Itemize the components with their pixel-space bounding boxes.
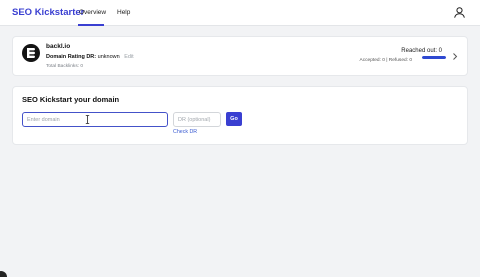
text-cursor-icon	[85, 115, 90, 124]
domain-summary-card[interactable]: backl.io Domain Rating DR: unknown Edit …	[12, 36, 468, 76]
tab-overview[interactable]: Overview	[79, 9, 106, 16]
domain-input[interactable]	[22, 112, 168, 127]
chevron-right-icon	[453, 53, 458, 60]
check-dr-link[interactable]: Check DR	[173, 129, 197, 135]
backlio-logo	[22, 44, 40, 62]
outreach-progress-fill	[422, 56, 446, 59]
kickstart-title: SEO Kickstart your domain	[22, 95, 120, 104]
tab-help[interactable]: Help	[117, 9, 130, 16]
active-tab-indicator	[78, 24, 104, 26]
domain-rating-label: Domain Rating DR:	[46, 54, 97, 60]
user-menu-button[interactable]	[451, 4, 468, 21]
open-domain-button[interactable]	[451, 52, 459, 61]
help-widget-button[interactable]	[0, 271, 7, 277]
domain-rating-line: Domain Rating DR: unknown Edit	[46, 54, 134, 60]
top-nav: SEO Kickstarter Overview Help	[0, 0, 480, 26]
edit-dr-link[interactable]: Edit	[124, 54, 133, 60]
user-icon	[454, 7, 465, 18]
go-button[interactable]: Go	[226, 112, 242, 126]
outreach-progress-bar	[422, 56, 446, 59]
domain-rating-value: unknown	[97, 54, 120, 60]
dr-input[interactable]	[173, 112, 221, 127]
brand-title[interactable]: SEO Kickstarter	[12, 7, 84, 18]
domain-name: backl.io	[46, 43, 71, 50]
reached-out-count: Reached out: 0	[401, 48, 442, 54]
accepted-refused-count: Accepted: 0 | Refused: 0	[359, 58, 412, 63]
kickstart-card: SEO Kickstart your domain Go Check DR	[12, 86, 468, 145]
total-backlinks: Total Backlinks: 0	[46, 64, 84, 69]
